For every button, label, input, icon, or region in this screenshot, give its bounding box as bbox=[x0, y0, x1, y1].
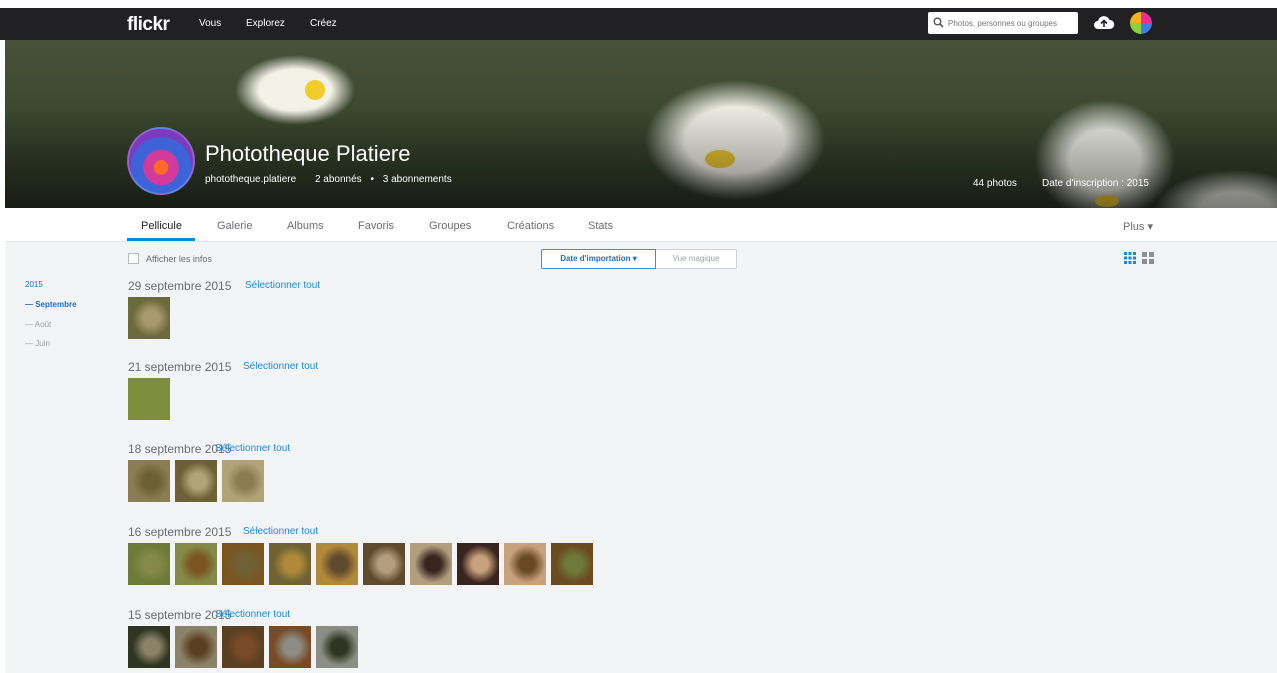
nav-link-vous[interactable]: Vous bbox=[199, 18, 221, 29]
photo-thumbnail[interactable] bbox=[551, 543, 593, 585]
followers-link[interactable]: 2 abonnés bbox=[315, 174, 362, 185]
user-avatar[interactable] bbox=[1130, 12, 1152, 34]
timeline-month-juin[interactable]: — Juin bbox=[25, 339, 50, 348]
tab-stats[interactable]: Stats bbox=[588, 220, 613, 232]
photo-thumbnail[interactable] bbox=[363, 543, 405, 585]
photo-thumbnail[interactable] bbox=[175, 626, 217, 668]
tab-galerie[interactable]: Galerie bbox=[217, 220, 252, 232]
profile-meta: phototheque.platiere 2 abonnés • 3 abonn… bbox=[205, 174, 468, 185]
photo-thumbnail[interactable] bbox=[316, 543, 358, 585]
tab-groupes[interactable]: Groupes bbox=[429, 220, 471, 232]
show-info-checkbox[interactable] bbox=[128, 253, 139, 264]
photos-count: 44 photos bbox=[973, 178, 1017, 189]
tab-creations[interactable]: Créations bbox=[507, 220, 554, 232]
photo-thumbnail[interactable] bbox=[222, 626, 264, 668]
group-date: 16 septembre 2015 bbox=[128, 525, 232, 539]
profile-name: Phototheque Platiere bbox=[205, 141, 411, 166]
photo-thumbnail[interactable] bbox=[128, 626, 170, 668]
flickr-logo[interactable]: flickr bbox=[127, 14, 170, 36]
tab-albums[interactable]: Albums bbox=[287, 220, 324, 232]
photo-thumbnail[interactable] bbox=[457, 543, 499, 585]
select-all-link[interactable]: Sélectionner tout bbox=[215, 443, 290, 454]
timeline-month-septembre[interactable]: — Septembre bbox=[25, 300, 77, 309]
timeline-year[interactable]: 2015 bbox=[25, 280, 43, 289]
photo-thumbnail[interactable] bbox=[222, 460, 264, 502]
photostream: Afficher les infos Date d'importation ▾ … bbox=[5, 242, 1277, 673]
upload-cloud-icon[interactable] bbox=[1093, 14, 1115, 32]
photo-thumbnail[interactable] bbox=[128, 378, 170, 420]
photo-thumbnail[interactable] bbox=[175, 460, 217, 502]
photo-thumbnail[interactable] bbox=[504, 543, 546, 585]
top-navigation: flickr Vous Explorez Créez bbox=[0, 8, 1277, 40]
join-date: Date d'inscription : 2015 bbox=[1042, 178, 1149, 189]
profile-avatar[interactable] bbox=[127, 127, 195, 195]
photo-thumbnail[interactable] bbox=[269, 543, 311, 585]
search-icon[interactable] bbox=[933, 17, 944, 28]
photo-thumbnail[interactable] bbox=[128, 297, 170, 339]
profile-username: phototheque.platiere bbox=[205, 174, 297, 185]
separator-dot: • bbox=[370, 174, 374, 185]
search-box bbox=[928, 12, 1078, 34]
tab-favoris[interactable]: Favoris bbox=[358, 220, 394, 232]
profile-tabs: Pellicule Galerie Albums Favoris Groupes… bbox=[5, 208, 1277, 242]
photo-thumbnail[interactable] bbox=[222, 543, 264, 585]
group-date: 29 septembre 2015 bbox=[128, 279, 232, 293]
select-all-link[interactable]: Sélectionner tout bbox=[215, 609, 290, 620]
magic-view-button[interactable]: Vue magique bbox=[656, 249, 737, 269]
photo-thumbnail[interactable] bbox=[269, 626, 311, 668]
photo-thumbnail[interactable] bbox=[316, 626, 358, 668]
grid-view-icon[interactable] bbox=[1124, 252, 1136, 264]
show-info-label[interactable]: Afficher les infos bbox=[146, 254, 212, 264]
tab-pellicule[interactable]: Pellicule bbox=[141, 220, 182, 232]
photo-thumbnail[interactable] bbox=[128, 460, 170, 502]
active-tab-indicator bbox=[127, 238, 195, 241]
select-all-link[interactable]: Sélectionner tout bbox=[243, 361, 318, 372]
following-link[interactable]: 3 abonnements bbox=[383, 174, 452, 185]
mosaic-view-icon[interactable] bbox=[1142, 252, 1154, 264]
nav-link-explorez[interactable]: Explorez bbox=[246, 18, 285, 29]
timeline-month-aout[interactable]: — Août bbox=[25, 320, 51, 329]
select-all-link[interactable]: Sélectionner tout bbox=[243, 526, 318, 537]
photo-thumbnail[interactable] bbox=[128, 543, 170, 585]
select-all-link[interactable]: Sélectionner tout bbox=[245, 280, 320, 291]
sort-import-date-button[interactable]: Date d'importation ▾ bbox=[541, 249, 656, 269]
search-input[interactable] bbox=[948, 15, 1074, 31]
more-menu-button[interactable]: Plus ▾ bbox=[1123, 220, 1153, 233]
nav-link-creez[interactable]: Créez bbox=[310, 18, 337, 29]
photo-thumbnail[interactable] bbox=[175, 543, 217, 585]
group-date: 21 septembre 2015 bbox=[128, 360, 232, 374]
photo-thumbnail[interactable] bbox=[410, 543, 452, 585]
